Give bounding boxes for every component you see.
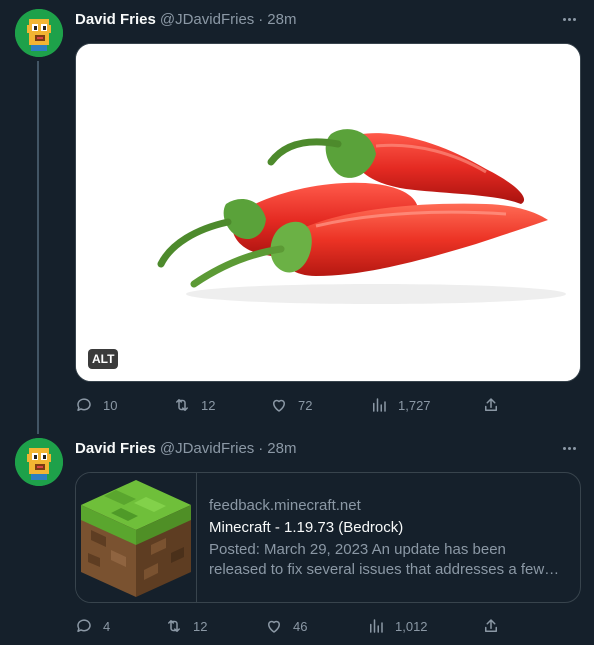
retweet-icon — [168, 620, 180, 632]
card-description: Posted: March 29, 2023 An update has bee… — [209, 540, 545, 578]
retweet-button[interactable]: 12 — [165, 617, 207, 635]
like-count: 72 — [298, 397, 313, 413]
avatar[interactable] — [15, 438, 63, 486]
card-title: Minecraft - 1.19.73 (Bedrock) — [209, 518, 404, 536]
timeline: David Fries @JDavidFries · 28m ALT 10 12… — [0, 0, 594, 645]
share-icon — [485, 398, 497, 411]
like-button[interactable]: 72 — [270, 396, 312, 414]
views-button[interactable]: 1,012 — [367, 617, 428, 635]
separator-dot: · — [258, 439, 264, 457]
reply-button[interactable]: 4 — [75, 617, 110, 635]
more-options-icon[interactable] — [558, 437, 580, 459]
tweet-header: David Fries @JDavidFries · 28m — [75, 437, 296, 459]
author-name[interactable]: David Fries — [75, 11, 156, 28]
tweet-time[interactable]: 28m — [267, 440, 296, 457]
author-name[interactable]: David Fries — [75, 440, 156, 457]
more-options-icon[interactable] — [558, 8, 580, 30]
thread-line — [37, 61, 39, 434]
author-handle[interactable]: @JDavidFries — [160, 440, 254, 457]
reply-icon — [77, 398, 91, 411]
author-handle[interactable]: @JDavidFries — [160, 11, 254, 28]
retweet-icon — [176, 399, 188, 411]
share-icon — [485, 619, 497, 632]
card-domain: feedback.minecraft.net — [209, 496, 361, 514]
tweet-image[interactable]: ALT — [75, 43, 581, 382]
reply-button[interactable]: 10 — [75, 396, 117, 414]
reply-icon — [77, 619, 91, 632]
avatar-image — [15, 9, 63, 57]
tweet-header: David Fries @JDavidFries · 28m — [75, 8, 296, 30]
views-count: 1,727 — [398, 397, 431, 413]
like-button[interactable]: 46 — [265, 617, 307, 635]
heart-icon — [273, 399, 285, 412]
alt-badge[interactable]: ALT — [88, 349, 119, 369]
separator-dot: · — [258, 10, 264, 28]
tweet-actions: 4 12 46 1,012 — [75, 615, 505, 637]
link-card[interactable]: feedback.minecraft.net Minecraft - 1.19.… — [75, 472, 581, 603]
views-button[interactable]: 1,727 — [370, 396, 431, 414]
retweet-button[interactable]: 12 — [173, 396, 215, 414]
avatar[interactable] — [15, 9, 63, 57]
share-button[interactable] — [482, 396, 500, 414]
share-button[interactable] — [482, 617, 500, 635]
tweet-actions: 10 12 72 1,727 — [75, 394, 505, 416]
views-icon — [373, 398, 386, 412]
grass-block-image — [81, 480, 191, 597]
reply-count: 10 — [103, 397, 118, 413]
card-body: feedback.minecraft.net Minecraft - 1.19.… — [197, 473, 580, 602]
views-icon — [370, 619, 383, 633]
tweet-time[interactable]: 28m — [267, 11, 296, 28]
retweet-count: 12 — [193, 618, 208, 634]
card-thumbnail — [76, 473, 197, 602]
avatar-image — [15, 438, 63, 486]
views-count: 1,012 — [395, 618, 428, 634]
chili-peppers-image — [76, 44, 580, 381]
heart-icon — [268, 620, 280, 633]
retweet-count: 12 — [201, 397, 216, 413]
tweet-1[interactable]: David Fries @JDavidFries · 28m ALT 10 12… — [0, 0, 594, 434]
reply-count: 4 — [103, 618, 111, 634]
like-count: 46 — [293, 618, 308, 634]
